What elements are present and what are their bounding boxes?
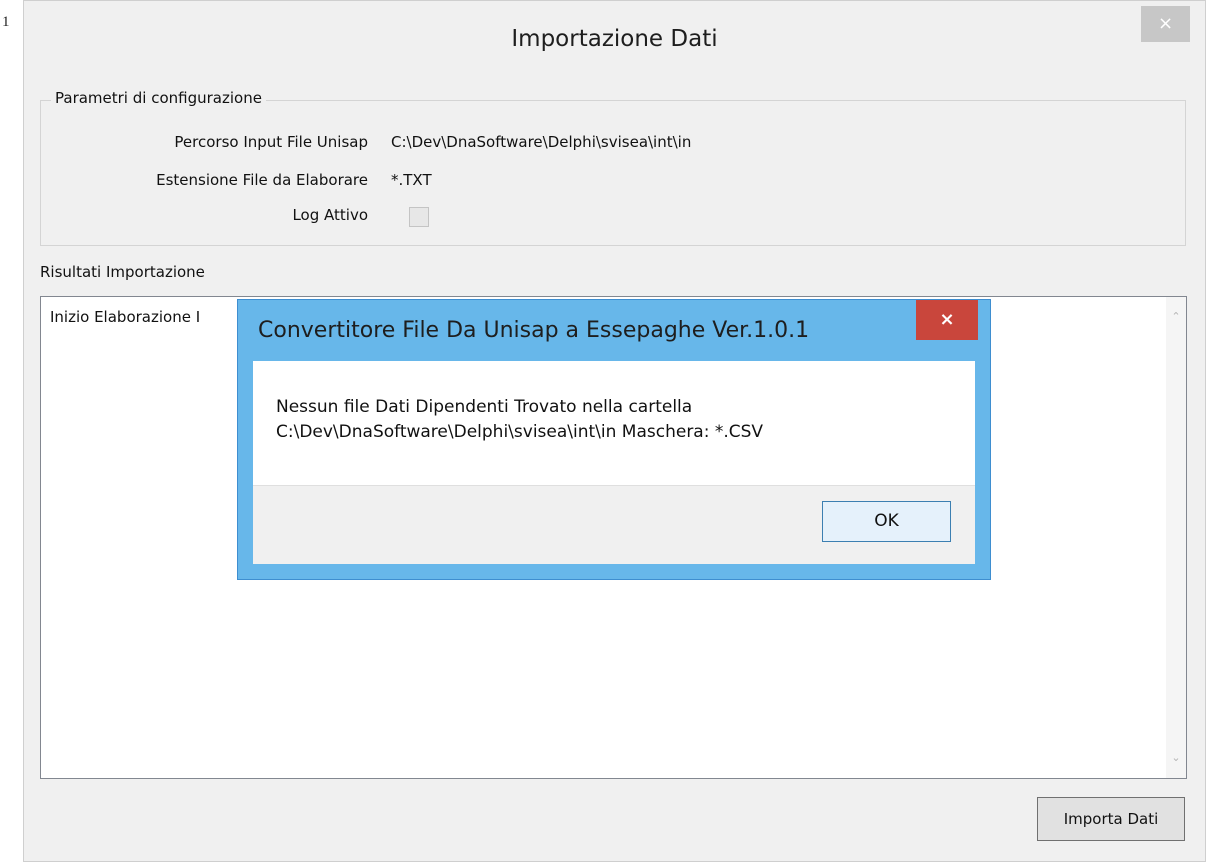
dialog-close-button[interactable]: × — [1141, 6, 1190, 42]
extension-label: Estensione File da Elaborare — [156, 171, 368, 189]
message-box-footer: OK — [253, 485, 975, 564]
input-path-value: C:\Dev\DnaSoftware\Delphi\svisea\int\in — [391, 133, 692, 151]
log-label: Log Attivo — [292, 206, 368, 224]
message-text: Nessun file Dati Dipendenti Trovato nell… — [276, 395, 763, 445]
message-box-close-button[interactable]: × — [916, 300, 978, 340]
results-text: Inizio Elaborazione I — [50, 308, 201, 326]
background-glyph: 1 — [2, 14, 10, 30]
results-scrollbar[interactable]: ⌃ ⌄ — [1166, 297, 1186, 778]
scroll-up-icon[interactable]: ⌃ — [1166, 307, 1186, 327]
dialog-title: Importazione Dati — [511, 26, 718, 52]
ok-button[interactable]: OK — [822, 501, 951, 542]
results-label: Risultati Importazione — [40, 263, 205, 281]
message-line-1: Nessun file Dati Dipendenti Trovato nell… — [276, 397, 693, 417]
config-groupbox-title: Parametri di configurazione — [51, 89, 266, 107]
scroll-down-icon[interactable]: ⌄ — [1166, 748, 1186, 768]
log-active-checkbox[interactable] — [409, 207, 429, 227]
message-box-content: Nessun file Dati Dipendenti Trovato nell… — [253, 361, 975, 485]
input-path-label: Percorso Input File Unisap — [174, 133, 368, 151]
message-line-2: C:\Dev\DnaSoftware\Delphi\svisea\int\in … — [276, 422, 764, 442]
message-box: Convertitore File Da Unisap a Essepaghe … — [237, 299, 991, 580]
dialog-titlebar[interactable]: Importazione Dati — [24, 1, 1205, 61]
message-box-title: Convertitore File Da Unisap a Essepaghe … — [258, 318, 810, 343]
config-groupbox: Parametri di configurazione Percorso Inp… — [40, 89, 1186, 246]
extension-value: *.TXT — [391, 171, 432, 189]
import-data-button[interactable]: Importa Dati — [1037, 797, 1185, 841]
background-window: 1 — [0, 0, 24, 868]
